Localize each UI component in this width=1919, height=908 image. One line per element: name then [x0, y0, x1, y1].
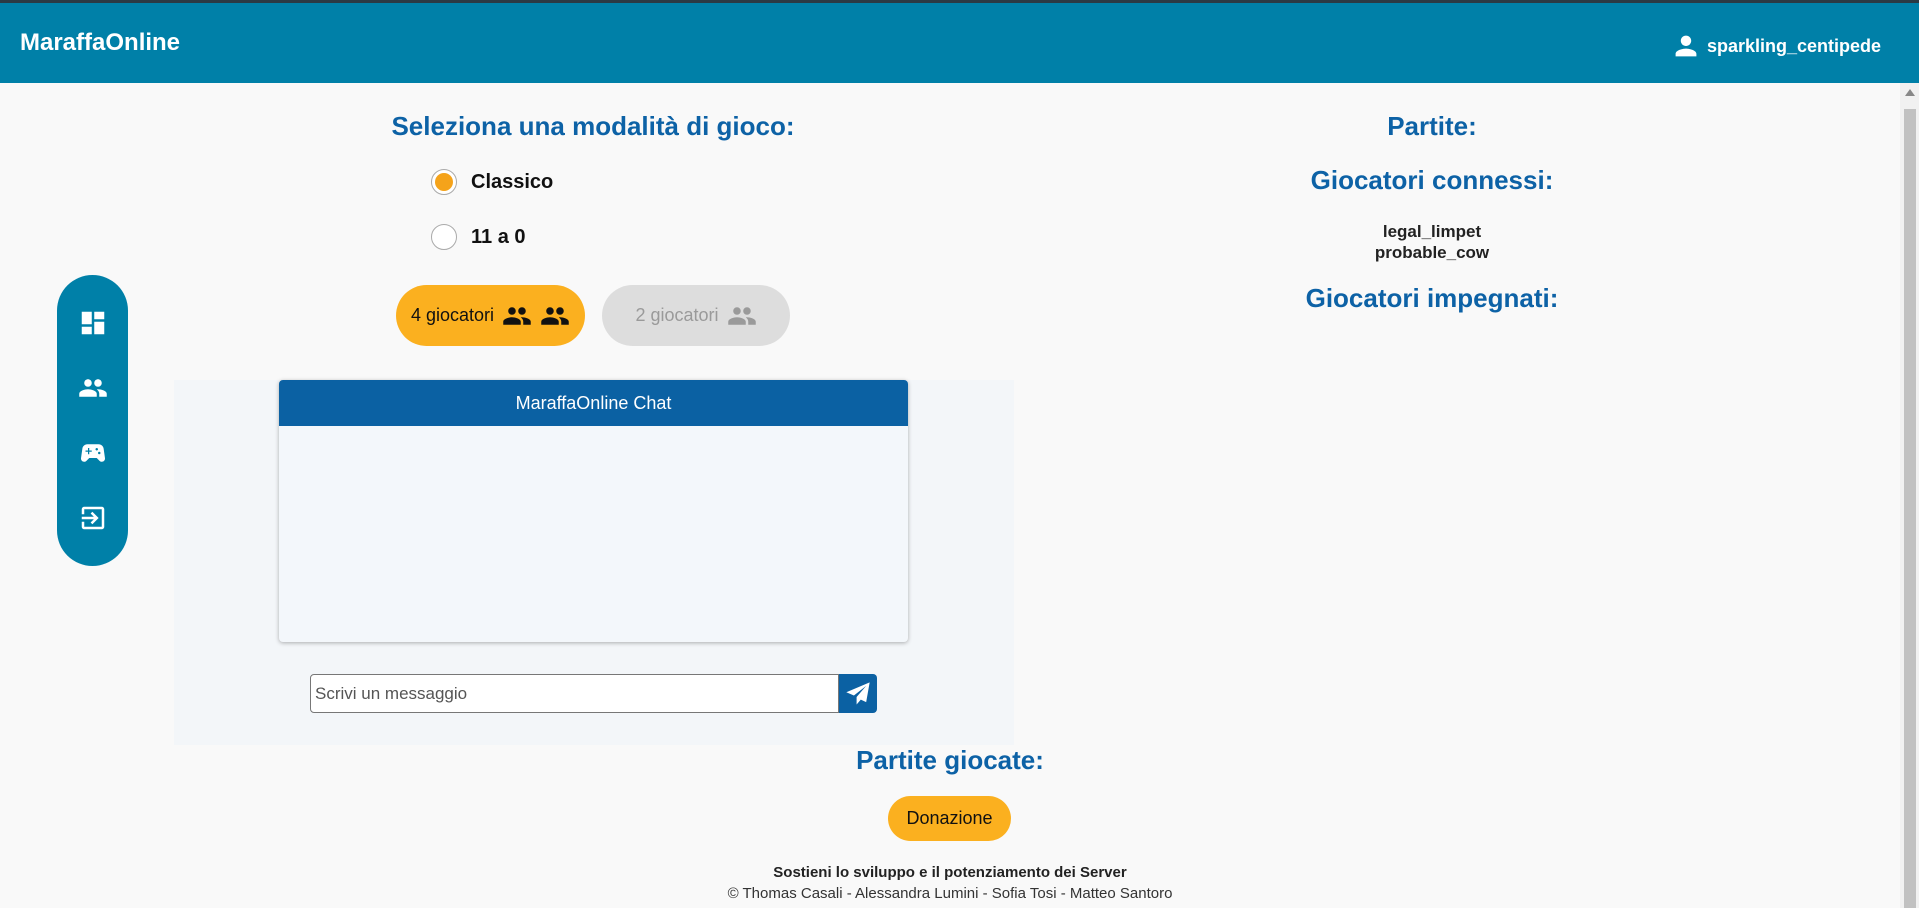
donate-button[interactable]: Donazione [888, 796, 1011, 841]
busy-players-title: Giocatori impegnati: [1305, 283, 1559, 313]
group-icon [541, 306, 569, 325]
connected-players-list: legal_limpet probable_cow [1282, 221, 1582, 263]
group-icon [727, 306, 756, 325]
chat-message-input[interactable] [310, 674, 839, 713]
app-brand[interactable]: MaraffaOnline [20, 29, 180, 57]
four-players-button[interactable]: 4 giocatori [396, 285, 585, 346]
footer-credits: © Thomas Casali - Alessandra Lumini - So… [727, 885, 1173, 902]
mode-title: Seleziona una modalità di gioco: [391, 111, 795, 141]
user-icon [1675, 35, 1697, 57]
logout-icon [81, 506, 104, 529]
radio-button[interactable] [431, 224, 457, 250]
four-players-label: 4 giocatori [410, 305, 495, 325]
sidebar-item-dashboard[interactable] [71, 301, 115, 345]
radio-button-selected[interactable] [431, 169, 457, 195]
user-menu[interactable]: sparkling_centipede [1673, 33, 1881, 59]
sidebar-item-game[interactable] [71, 431, 115, 475]
player-name: probable_cow [1374, 243, 1490, 262]
sidebar-item-logout[interactable] [71, 496, 115, 540]
chat-input-group [310, 674, 877, 713]
dashboard-icon [81, 312, 104, 335]
username: sparkling_centipede [1706, 35, 1881, 56]
sidebar-item-players[interactable] [71, 366, 115, 410]
page-scrollbar[interactable] [1900, 83, 1919, 908]
connected-players-title: Giocatori connessi: [1310, 165, 1554, 195]
radio-label: 11 a 0 [471, 225, 526, 248]
radio-label: Classico [471, 170, 554, 193]
group-icon [503, 306, 531, 325]
radio-classico[interactable]: Classico [431, 169, 553, 195]
two-players-button[interactable]: 2 giocatori [602, 285, 790, 346]
group-icon [78, 379, 107, 397]
sidebar [57, 275, 128, 566]
gamepad-icon [80, 444, 105, 462]
played-matches-title: Partite giocate: [856, 745, 1044, 775]
send-icon [846, 681, 870, 704]
scroll-thumb[interactable] [1904, 109, 1916, 908]
radio-11-a-0[interactable]: 11 a 0 [431, 224, 526, 250]
two-players-label: 2 giocatori [635, 305, 719, 325]
footer-support-text: Sostieni lo sviluppo e il potenziamento … [773, 864, 1127, 881]
app-header: MaraffaOnline sparkling_centipede [0, 3, 1919, 83]
matches-title: Partite: [1387, 111, 1477, 141]
send-button[interactable] [839, 674, 877, 713]
scroll-up-arrow[interactable] [1905, 89, 1915, 96]
chat-box: MaraffaOnline Chat [279, 380, 908, 642]
chat-header: MaraffaOnline Chat [279, 380, 908, 426]
player-name: legal_limpet [1382, 222, 1482, 241]
